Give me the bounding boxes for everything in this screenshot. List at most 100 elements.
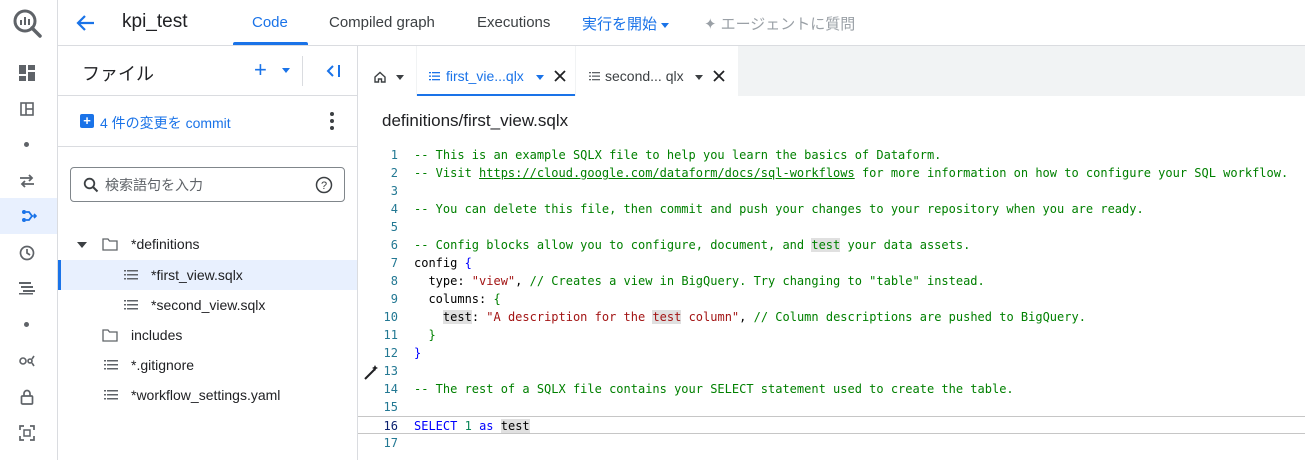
code-line[interactable]: 10 test: "A description for the test col… [358,308,1305,326]
tree-file-second-view[interactable]: *second_view.sqlx [58,290,357,320]
line-number: 4 [390,202,398,216]
code-line[interactable]: 17 [358,434,1305,452]
svg-text:?: ? [321,180,327,192]
file-panel-title: ファイル [82,64,154,84]
tree-file-first-view[interactable]: *first_view.sqlx [58,260,357,290]
commit-row: + 4 件の変更を commit [58,97,358,147]
transfer-icon[interactable] [16,170,38,192]
line-content: } [414,344,421,362]
line-number: 1 [390,148,398,162]
line-number: 11 [383,328,398,342]
code-file-icon [124,300,138,310]
clock-icon[interactable] [16,242,38,264]
code-line[interactable]: 7 config { [358,254,1305,272]
code-token: : [471,310,487,324]
active-tab-indicator [233,42,308,45]
file-panel-header: ファイル + [58,46,358,96]
dashboard-icon[interactable] [16,62,38,84]
code-token: -- Visit [414,166,480,180]
tree-file-gitignore[interactable]: *.gitignore [58,350,357,380]
line-number: 16 [383,419,398,433]
file-path-heading: definitions/first_view.sqlx [382,111,569,130]
editor-tab-first-view[interactable]: first_vie...qlx [417,46,575,96]
top-bar: kpi_test Code Compiled graph Executions … [58,0,1305,46]
editor-tab-second-view[interactable]: second... qlx [576,46,738,96]
code-editor[interactable]: 1 -- This is an example SQLX file to help… [358,146,1305,452]
chevron-down-icon[interactable] [536,75,544,80]
code-line[interactable]: 12} [358,344,1305,362]
panels-icon[interactable] [16,98,38,120]
line-number: 12 [383,346,398,360]
code-line[interactable]: 14 -- The rest of a SQLX file contains yo… [358,380,1305,398]
line-number: 5 [390,220,398,234]
expand-arrow-icon[interactable] [76,241,88,249]
close-icon[interactable] [554,70,566,82]
list-icon[interactable] [16,277,38,299]
code-line[interactable]: 13 [358,362,1305,380]
code-token: } [428,328,436,342]
divider [302,56,303,86]
code-token: type: [414,274,472,288]
tab-code[interactable]: Code [252,14,288,31]
dataform-icon[interactable] [0,198,57,234]
line-number: 10 [383,310,398,324]
chevron-down-icon[interactable] [282,68,290,73]
help-icon[interactable]: ? [315,176,333,194]
code-line[interactable]: 3 [358,182,1305,200]
code-line[interactable]: 8 type: "view", // Creates a view in Big… [358,272,1305,290]
tree-folder-definitions[interactable]: *definitions [58,229,357,259]
editor-tab-label: first_vie...qlx [446,68,524,84]
code-line[interactable]: 2 -- Visit https://cloud.google.com/dataf… [358,164,1305,182]
commit-changes-button[interactable]: 4 件の変更を commit [100,113,231,133]
line-number: 13 [383,364,398,378]
folder-icon [102,238,118,251]
code-line[interactable]: 16 SELECT 1 as test [358,416,1305,434]
analytics-icon[interactable] [16,350,38,372]
tree-file-workflow-settings[interactable]: *workflow_settings.yaml [58,380,357,410]
code-token: -- This is an example SQLX file to help … [414,148,942,162]
code-token: SELECT [414,419,458,433]
add-box-icon[interactable]: + [80,114,94,128]
editor-tab-home[interactable] [358,46,416,96]
tree-item-label: *.gitignore [131,357,195,373]
add-file-icon[interactable]: + [254,59,267,81]
ask-agent-button[interactable]: ✦ エージェントに質問 [704,13,855,34]
chevron-down-icon [661,22,670,28]
tree-folder-includes[interactable]: includes [58,320,357,350]
folder-icon [102,329,118,342]
tree-item-label: *second_view.sqlx [151,297,266,313]
code-line[interactable]: 4 -- You can delete this file, then commi… [358,200,1305,218]
search-input[interactable] [105,174,305,196]
code-token: config [414,256,465,270]
line-content: -- The rest of a SQLX file contains your… [414,380,1014,398]
code-line[interactable]: 11 } [358,326,1305,344]
code-line[interactable]: 9 columns: { [358,290,1305,308]
tab-executions[interactable]: Executions [477,14,550,31]
line-content: -- You can delete this file, then commit… [414,200,1144,218]
code-file-icon [589,72,600,81]
code-token: , [515,274,530,288]
start-execution-button[interactable]: 実行を開始 [582,13,670,34]
code-line[interactable]: 5 [358,218,1305,236]
chevron-down-icon[interactable] [695,75,703,80]
close-icon[interactable] [713,70,725,82]
bigquery-logo-icon[interactable] [11,7,43,39]
code-line[interactable]: 15 [358,398,1305,416]
code-token: // Creates a view in BigQuery. Try chang… [529,274,985,288]
scan-icon[interactable] [16,422,38,444]
line-number: 7 [390,256,398,270]
chevron-down-icon[interactable] [396,75,404,80]
code-file-icon [104,390,118,400]
back-arrow-icon[interactable] [74,11,98,35]
code-token: test [652,310,682,324]
more-vert-icon[interactable] [330,112,334,130]
line-content: test: "A description for the test column… [414,308,1086,326]
code-line[interactable]: 6 -- Config blocks allow you to configure… [358,236,1305,254]
code-line[interactable]: 1 -- This is an example SQLX file to help… [358,146,1305,164]
separator-dot [24,322,29,327]
tab-compiled-graph[interactable]: Compiled graph [329,14,435,31]
collapse-panel-icon[interactable] [324,62,342,80]
lock-icon[interactable] [16,386,38,408]
